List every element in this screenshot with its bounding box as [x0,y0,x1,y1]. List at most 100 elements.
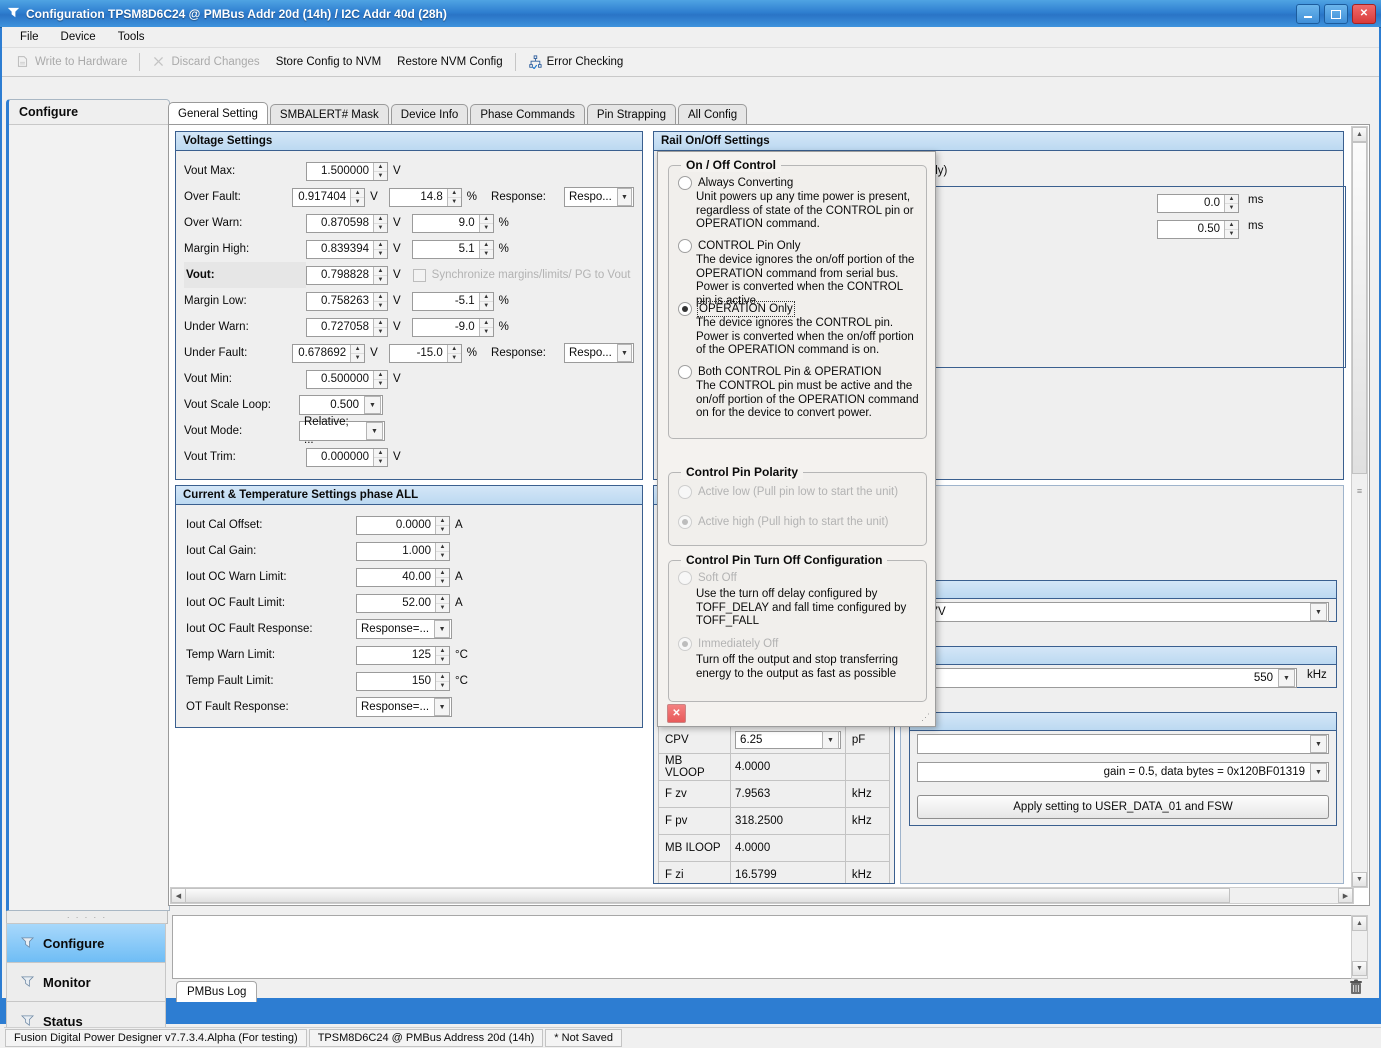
gain-select[interactable]: gain = 0.5, data bytes = 0x120BF01319 ▼ [917,762,1329,782]
spinner-arrows[interactable]: ▲▼ [373,241,387,258]
tab-pin-strapping[interactable]: Pin Strapping [587,104,676,125]
margin-high-pct-input[interactable]: 5.1 ▲▼ [412,240,494,259]
scroll-left-button[interactable]: ◀ [171,888,186,903]
spinner-arrows[interactable]: ▲▼ [479,319,493,336]
discard-changes-button[interactable]: Discard Changes [144,52,267,72]
scroll-thumb[interactable] [1352,142,1367,474]
radio-option-operation-only[interactable]: OPERATION Only The device ignores the CO… [678,302,918,358]
temp-warn-limit-input[interactable]: 125 ▲▼ [356,646,450,665]
spinner-arrows[interactable]: ▲▼ [435,673,449,690]
minimize-button[interactable] [1296,4,1320,24]
under-warn-pct-input[interactable]: -9.0 ▲▼ [412,318,494,337]
log-vertical-scrollbar[interactable]: ▲ ▼ [1351,915,1368,979]
spinner-arrows[interactable]: ▲▼ [373,371,387,388]
margin-low-volts-input[interactable]: 0.758263 ▲▼ [306,292,388,311]
content-vertical-scrollbar[interactable]: ▲ ≡ ▼ [1351,126,1368,888]
margin-high-volts-input[interactable]: 0.839394 ▲▼ [306,240,388,259]
vout-max-input[interactable]: 1.500000 ▲▼ [306,162,388,181]
spinner-arrows[interactable]: ▲▼ [435,569,449,586]
spinner-arrows[interactable]: ▲▼ [479,293,493,310]
over-fault-pct-input[interactable]: 14.8 ▲▼ [389,188,462,207]
spinner-arrows[interactable]: ▲▼ [373,215,387,232]
scroll-right-button[interactable]: ▶ [1338,888,1353,903]
popup-resize-grip[interactable]: ⋰ [921,713,931,723]
table-row[interactable]: CPV 6.25 ▼ pF [659,727,890,754]
spinner-arrows[interactable]: ▲▼ [479,241,493,258]
iout-cal-gain-input[interactable]: 1.000 ▲▼ [356,542,450,561]
ot-fault-response-select[interactable]: Response=... ▼ [356,697,452,717]
content-horizontal-scrollbar[interactable]: ◀ ▶ [170,887,1354,904]
maximize-button[interactable] [1324,4,1348,24]
spinner-arrows[interactable]: ▲▼ [447,345,461,362]
close-button[interactable]: ✕ [1352,4,1376,24]
over-fault-volts-input[interactable]: 0.917404 ▲▼ [292,188,365,207]
tab-general-setting[interactable]: General Setting [168,102,268,125]
menu-item-file[interactable]: File [10,29,49,45]
fsw-select[interactable]: 550 ▼ [917,668,1297,688]
radio-icon[interactable] [678,302,692,316]
iout-oc-fault-response-select[interactable]: Response=... ▼ [356,619,452,639]
radio-icon[interactable] [678,365,692,379]
under-warn-volts-input[interactable]: 0.727058 ▲▼ [306,318,388,337]
write-to-hardware-button[interactable]: Write to Hardware [8,52,135,72]
vout-mode-select[interactable]: Relative; ... ▼ [299,421,385,441]
spinner-arrows[interactable]: ▲▼ [350,189,364,206]
radio-option-both-control-pin-operation[interactable]: Both CONTROL Pin & OPERATION The CONTROL… [678,365,922,421]
radio-option-always-converting[interactable]: Always Converting Unit powers up any tim… [678,176,918,232]
restore-nvm-config-button[interactable]: Restore NVM Config [389,53,510,71]
cpv-select[interactable]: 6.25 ▼ [735,731,841,749]
vout-trim-input[interactable]: 0.000000 ▲▼ [306,448,388,467]
radio-icon[interactable] [678,176,692,190]
apply-setting-button[interactable]: Apply setting to USER_DATA_01 and FSW [917,795,1329,819]
pmbus-log-output[interactable] [172,915,1352,979]
synchronize-margins-checkbox[interactable] [413,269,426,282]
popup-close-button[interactable]: ✕ [667,704,686,723]
scroll-up-button[interactable]: ▲ [1352,916,1367,931]
over-warn-pct-input[interactable]: 9.0 ▲▼ [412,214,494,233]
over-fault-response-select[interactable]: Respo... ▼ [564,187,634,207]
sidebar-item-configure[interactable]: Configure [6,923,166,963]
spinner-arrows[interactable]: ▲▼ [350,345,364,362]
under-fault-volts-input[interactable]: 0.678692 ▲▼ [292,344,365,363]
under-fault-pct-input[interactable]: -15.0 ▲▼ [389,344,462,363]
turn-on-delay-input[interactable]: 0.0 ▲▼ [1157,194,1239,213]
temp-fault-limit-input[interactable]: 150 ▲▼ [356,672,450,691]
iout-oc-warn-limit-input[interactable]: 40.00 ▲▼ [356,568,450,587]
vout-scale-loop-select[interactable]: 0.500 ▼ [299,395,383,415]
blank-select[interactable]: ▼ [917,734,1329,754]
vout-min-input[interactable]: 0.500000 ▲▼ [306,370,388,389]
vout-input[interactable]: 0.798828 ▲▼ [306,266,388,285]
iout-oc-fault-limit-input[interactable]: 52.00 ▲▼ [356,594,450,613]
menu-item-device[interactable]: Device [51,29,106,45]
scroll-down-button[interactable]: ▼ [1352,961,1367,976]
radio-option-control-pin-only[interactable]: CONTROL Pin Only The device ignores the … [678,239,918,308]
spinner-arrows[interactable]: ▲▼ [373,319,387,336]
under-fault-response-select[interactable]: Respo... ▼ [564,343,634,363]
tab-pmbus-log[interactable]: PMBus Log [176,981,257,1002]
radio-icon[interactable] [678,239,692,253]
spinner-arrows[interactable]: ▲▼ [373,267,387,284]
scroll-down-button[interactable]: ▼ [1352,872,1367,887]
spinner-arrows[interactable]: ▲▼ [435,543,449,560]
spinner-arrows[interactable]: ▲▼ [435,517,449,534]
spinner-arrows[interactable]: ▲▼ [447,189,461,206]
spinner-arrows[interactable]: ▲▼ [435,647,449,664]
tab-device-info[interactable]: Device Info [391,104,469,125]
tab-smbalert-mask[interactable]: SMBALERT# Mask [270,104,389,125]
tab-all-config[interactable]: All Config [678,104,747,125]
spinner-arrows[interactable]: ▲▼ [373,163,387,180]
scroll-thumb[interactable] [185,888,1230,903]
store-config-to-nvm-button[interactable]: Store Config to NVM [268,53,389,71]
spinner-arrows[interactable]: ▲▼ [1224,195,1238,212]
iout-cal-offset-input[interactable]: 0.0000 ▲▼ [356,516,450,535]
spinner-arrows[interactable]: ▲▼ [373,293,387,310]
menu-item-tools[interactable]: Tools [108,29,155,45]
error-checking-button[interactable]: Error Checking [520,52,632,72]
over-warn-volts-input[interactable]: 0.870598 ▲▼ [306,214,388,233]
spinner-arrows[interactable]: ▲▼ [435,595,449,612]
spinner-arrows[interactable]: ▲▼ [479,215,493,232]
rise-time-input[interactable]: 0.50 ▲▼ [1157,220,1239,239]
margin-low-pct-input[interactable]: -5.1 ▲▼ [412,292,494,311]
sidebar-item-monitor[interactable]: Monitor [6,963,166,1002]
vref-select[interactable]: 4.7V ▼ [917,602,1329,622]
